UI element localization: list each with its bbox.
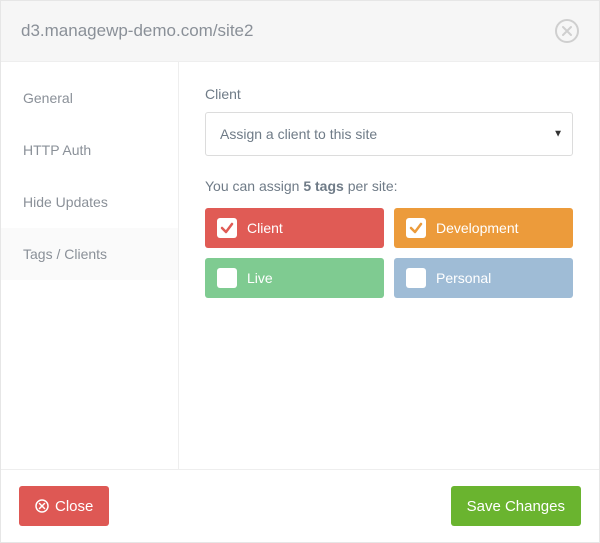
tag-checkbox[interactable] bbox=[217, 268, 237, 288]
sidebar-item-hide-updates[interactable]: Hide Updates bbox=[1, 176, 178, 228]
sidebar-item-general[interactable]: General bbox=[1, 72, 178, 124]
modal-body: General HTTP Auth Hide Updates Tags / Cl… bbox=[1, 62, 599, 469]
tag-checkbox[interactable] bbox=[406, 218, 426, 238]
modal-title: d3.managewp-demo.com/site2 bbox=[21, 21, 253, 41]
sidebar-item-label: Hide Updates bbox=[23, 194, 108, 210]
client-select[interactable]: Assign a client to this site bbox=[205, 112, 573, 156]
modal-header: d3.managewp-demo.com/site2 bbox=[1, 1, 599, 62]
tags-hint-suffix: per site: bbox=[344, 178, 398, 194]
sidebar-item-label: HTTP Auth bbox=[23, 142, 91, 158]
save-button-label: Save Changes bbox=[467, 498, 565, 515]
check-icon bbox=[409, 221, 423, 235]
tag-checkbox[interactable] bbox=[406, 268, 426, 288]
tag-client[interactable]: Client bbox=[205, 208, 384, 248]
save-changes-button[interactable]: Save Changes bbox=[451, 486, 581, 526]
check-icon bbox=[220, 221, 234, 235]
close-icon[interactable] bbox=[555, 19, 579, 43]
tags-hint-bold: 5 tags bbox=[303, 178, 343, 194]
sidebar-item-http-auth[interactable]: HTTP Auth bbox=[1, 124, 178, 176]
close-button-label: Close bbox=[55, 498, 93, 515]
client-select-wrap: Assign a client to this site ▼ bbox=[205, 112, 573, 156]
tag-personal[interactable]: Personal bbox=[394, 258, 573, 298]
close-button[interactable]: Close bbox=[19, 486, 109, 526]
sidebar-item-label: Tags / Clients bbox=[23, 246, 107, 262]
tag-checkbox[interactable] bbox=[217, 218, 237, 238]
close-circle-icon bbox=[35, 499, 49, 513]
site-settings-modal: d3.managewp-demo.com/site2 General HTTP … bbox=[0, 0, 600, 543]
tag-label: Development bbox=[436, 220, 519, 236]
tags-hint-prefix: You can assign bbox=[205, 178, 303, 194]
tag-label: Personal bbox=[436, 270, 491, 286]
sidebar-item-tags-clients[interactable]: Tags / Clients bbox=[1, 228, 178, 280]
tag-development[interactable]: Development bbox=[394, 208, 573, 248]
tag-label: Client bbox=[247, 220, 283, 236]
modal-footer: Close Save Changes bbox=[1, 469, 599, 542]
tags-hint: You can assign 5 tags per site: bbox=[205, 178, 573, 194]
client-label: Client bbox=[205, 86, 573, 102]
sidebar: General HTTP Auth Hide Updates Tags / Cl… bbox=[1, 62, 179, 469]
main-panel: Client Assign a client to this site ▼ Yo… bbox=[179, 62, 599, 469]
tags-grid: Client Development Live Personal bbox=[205, 208, 573, 298]
tag-label: Live bbox=[247, 270, 273, 286]
sidebar-item-label: General bbox=[23, 90, 73, 106]
tag-live[interactable]: Live bbox=[205, 258, 384, 298]
